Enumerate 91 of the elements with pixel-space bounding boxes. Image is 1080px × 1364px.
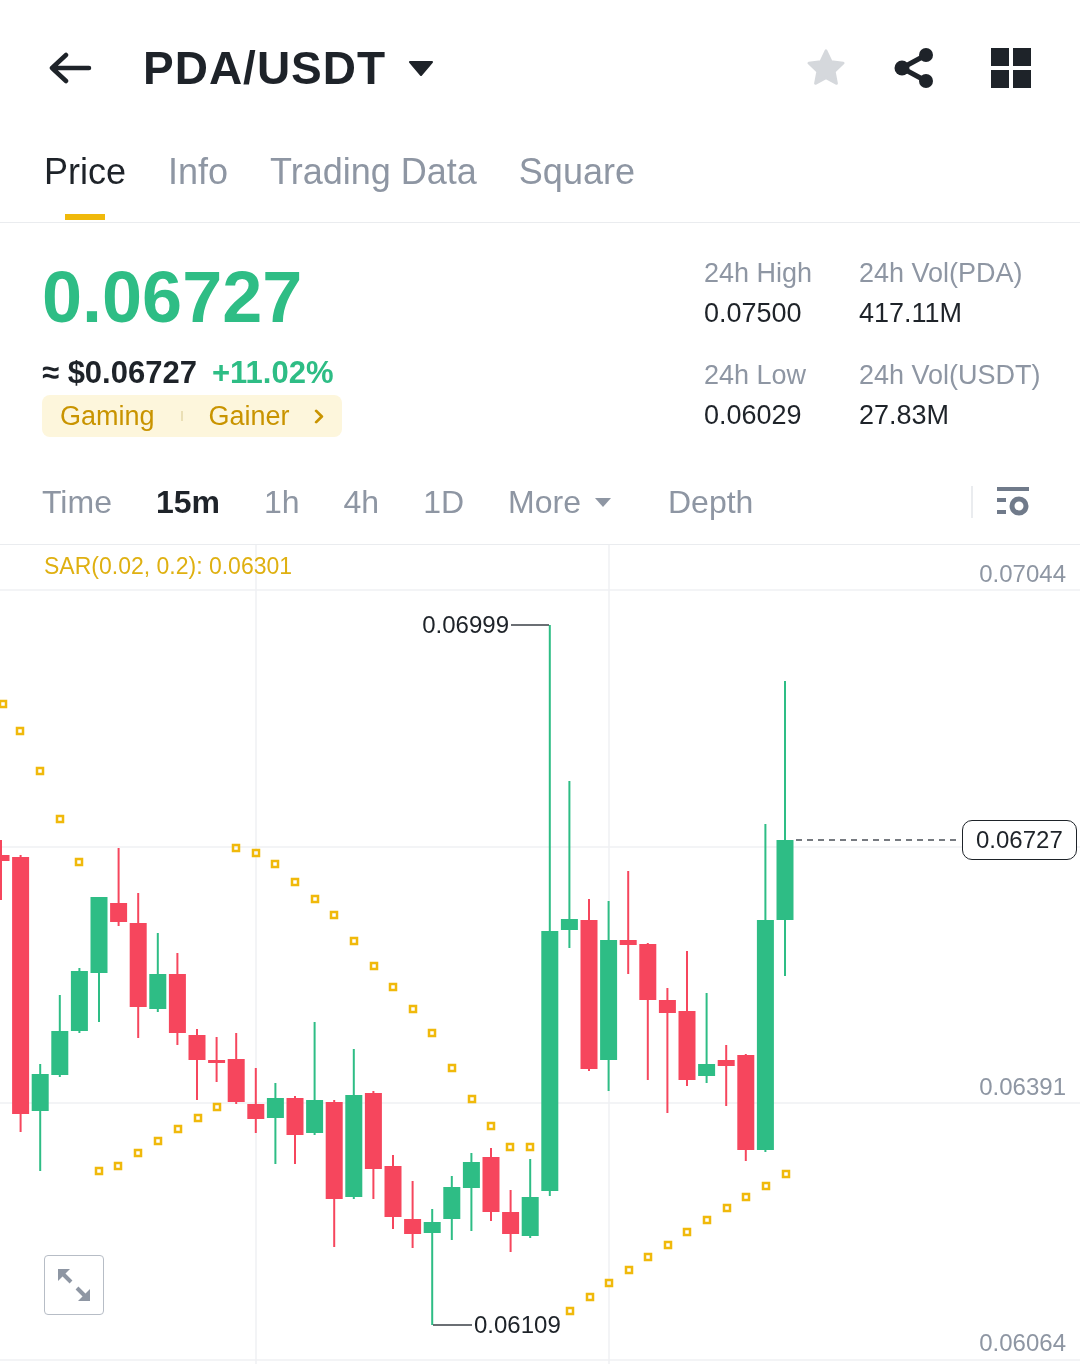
- sar-point: [525, 1142, 535, 1152]
- sar-point: [565, 1306, 575, 1316]
- sar-point: [349, 936, 359, 946]
- sar-point: [212, 1102, 222, 1112]
- leader-line: [510, 624, 550, 626]
- sar-point: [663, 1240, 673, 1250]
- high-price-label: 0.06999: [422, 611, 509, 639]
- stat-label: 24h Low: [704, 359, 808, 392]
- caret-down-icon: [408, 59, 435, 76]
- caret-down-icon: [593, 496, 612, 508]
- tab[interactable]: Square: [518, 135, 635, 222]
- candlestick: [502, 1189, 520, 1253]
- share-icon[interactable]: [893, 46, 935, 89]
- candlestick: [443, 1175, 461, 1241]
- expand-icon: [57, 1268, 91, 1302]
- sar-point: [0, 699, 8, 709]
- current-price-tag: 0.06727: [962, 820, 1077, 860]
- sar-point: [624, 1265, 634, 1275]
- stat-label: 24h Vol(USDT): [859, 359, 1042, 392]
- sar-point: [604, 1278, 614, 1288]
- sar-point: [193, 1113, 203, 1123]
- price-change: +11.02%: [211, 355, 334, 391]
- sar-point: [781, 1169, 791, 1179]
- candlestick: [286, 1095, 304, 1165]
- sar-point: [55, 814, 65, 824]
- sar-point: [15, 726, 25, 736]
- sar-point: [251, 848, 261, 858]
- stat-value: 27.83M: [859, 399, 951, 432]
- sar-point: [290, 877, 300, 887]
- stat-label: 24h High: [704, 257, 814, 290]
- sar-point: [467, 1094, 477, 1104]
- stat-label: 24h Vol(PDA): [859, 257, 1024, 290]
- sar-point: [369, 961, 379, 971]
- indicator-label: SAR(0.02, 0.2): 0.06301: [44, 553, 293, 579]
- last-price: 0.06727: [42, 261, 303, 333]
- candlestick: [0, 839, 10, 901]
- candlestick: [70, 967, 88, 1034]
- chevron-right-icon: [313, 408, 324, 424]
- sar-point: [585, 1292, 595, 1302]
- tab[interactable]: Trading Data: [270, 135, 477, 222]
- fiat-price: ≈ $0.06727: [42, 355, 197, 391]
- interval-tab[interactable]: 1h: [263, 482, 300, 522]
- stat-value: 0.06029: [704, 399, 803, 432]
- sar-point: [153, 1136, 163, 1146]
- interval-tab[interactable]: 1D: [423, 482, 465, 522]
- fullscreen-button[interactable]: [44, 1255, 104, 1315]
- sar-point: [447, 1063, 457, 1073]
- pair-selector[interactable]: PDA/USDT: [143, 40, 435, 95]
- leader-line: [432, 1324, 473, 1326]
- sar-point: [94, 1166, 104, 1176]
- interval-tab[interactable]: 4h: [343, 482, 380, 522]
- sar-point: [113, 1161, 123, 1171]
- sar-point: [486, 1121, 496, 1131]
- interval-tab[interactable]: 15m: [155, 482, 220, 522]
- sar-point: [643, 1252, 653, 1262]
- more-dropdown[interactable]: More: [508, 482, 612, 522]
- sar-point: [741, 1192, 751, 1202]
- indicator-settings-icon[interactable]: [997, 486, 1029, 518]
- sar-point: [761, 1181, 771, 1191]
- sar-point: [388, 982, 398, 992]
- sar-point: [231, 843, 241, 853]
- stat-value: 0.07500: [704, 297, 803, 330]
- sar-point: [505, 1142, 515, 1152]
- tag-label: Gainer: [208, 400, 290, 433]
- sar-point: [682, 1227, 692, 1237]
- sar-point: [173, 1124, 183, 1134]
- interval-tab[interactable]: Time: [42, 482, 112, 522]
- sar-point: [74, 857, 84, 867]
- sar-point: [270, 859, 280, 869]
- sar-point: [702, 1215, 712, 1225]
- grid-icon[interactable]: [991, 47, 1031, 88]
- tag-label: Gaming: [60, 400, 155, 433]
- sar-point: [310, 894, 320, 904]
- low-price-label: 0.06109: [474, 1311, 561, 1339]
- interval-tab[interactable]: Depth: [667, 482, 754, 522]
- price-axis-label: 0.07044: [979, 560, 1066, 588]
- tab[interactable]: Price: [44, 135, 127, 222]
- sar-point: [133, 1148, 143, 1158]
- sar-point: [722, 1203, 732, 1213]
- price-axis-label: 0.06391: [979, 1073, 1066, 1101]
- sar-point: [408, 1004, 418, 1014]
- candlestick: [247, 1067, 265, 1134]
- tab[interactable]: Info: [168, 135, 229, 222]
- stat-value: 417.11M: [859, 297, 964, 330]
- sar-point: [427, 1028, 437, 1038]
- price-axis-label: 0.06064: [979, 1329, 1066, 1357]
- sar-point: [329, 910, 339, 920]
- sar-point: [35, 766, 45, 776]
- tags-bar[interactable]: Gaming Gainer: [42, 395, 342, 437]
- back-arrow-icon[interactable]: [48, 51, 92, 84]
- star-icon[interactable]: [805, 47, 847, 88]
